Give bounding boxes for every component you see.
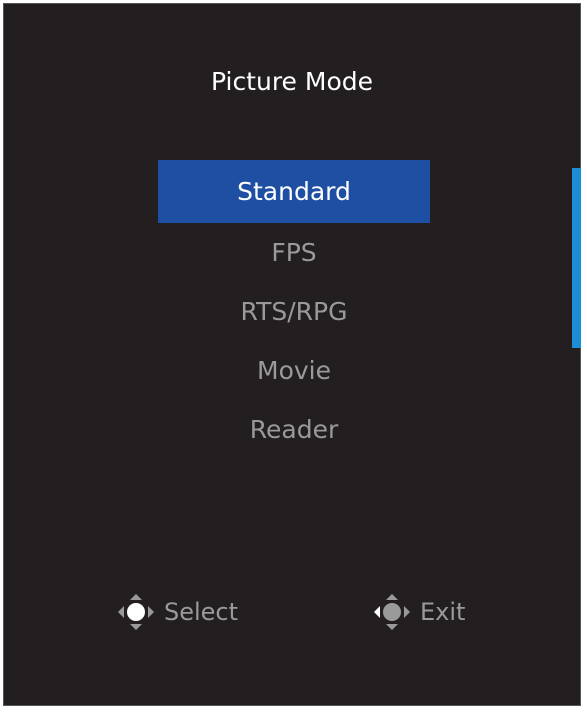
picture-mode-menu: Standard FPS RTS/RPG Movie Reader (158, 160, 430, 459)
exit-label: Exit (420, 598, 466, 626)
joystick-left-icon (374, 594, 410, 630)
joystick-press-icon (118, 594, 154, 630)
osd-panel: Picture Mode Standard FPS RTS/RPG Movie … (3, 3, 581, 706)
menu-item-rts-rpg[interactable]: RTS/RPG (158, 282, 430, 341)
menu-title: Picture Mode (210, 67, 374, 96)
menu-item-fps[interactable]: FPS (158, 223, 430, 282)
exit-hint: Exit (372, 592, 465, 632)
menu-item-standard[interactable]: Standard (158, 160, 430, 223)
select-hint: Select (116, 592, 238, 632)
select-label: Select (164, 598, 239, 626)
menu-item-movie[interactable]: Movie (158, 341, 430, 400)
menu-item-reader[interactable]: Reader (158, 400, 430, 459)
scrollbar[interactable] (572, 168, 581, 348)
